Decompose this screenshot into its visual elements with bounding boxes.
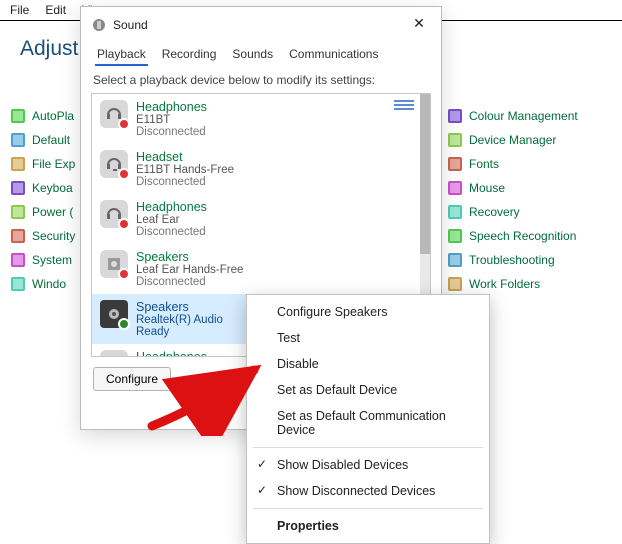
device-icon <box>100 350 128 356</box>
device-status: Disconnected <box>136 276 243 288</box>
menu-separator <box>253 447 483 448</box>
device-status: Ready <box>136 326 223 338</box>
tab-communications[interactable]: Communications <box>281 43 386 65</box>
cp-item[interactable]: Mouse <box>447 180 612 196</box>
tab-sounds[interactable]: Sounds <box>224 43 281 65</box>
cp-item-label: Windo <box>32 277 66 291</box>
menu-item-file[interactable]: File <box>4 1 35 19</box>
cp-item-label: Fonts <box>469 157 499 171</box>
tab-recording[interactable]: Recording <box>154 43 225 65</box>
cp-item-label: Recovery <box>469 205 520 219</box>
cp-item-label: Default <box>32 133 70 147</box>
cp-item-label: System <box>32 253 72 267</box>
tab-playback[interactable]: Playback <box>89 43 154 65</box>
cp-item[interactable]: Recovery <box>447 204 612 220</box>
menu-item[interactable]: Set as Default Communication Device <box>247 403 489 443</box>
device-icon <box>100 250 128 278</box>
cp-item[interactable]: Device Manager <box>447 132 612 148</box>
cp-item[interactable]: Work Folders <box>447 276 612 292</box>
device-sub: Realtek(R) Audio <box>136 314 223 326</box>
device-icon <box>100 100 128 128</box>
cp-item-label: Troubleshooting <box>469 253 555 267</box>
cp-item-label: Work Folders <box>469 277 540 291</box>
hamburger-icon <box>394 100 414 110</box>
cp-item-label: Mouse <box>469 181 505 195</box>
cp-item[interactable]: Default <box>10 132 80 148</box>
device-row[interactable]: Headset E11BT Hands-Free Disconnected <box>92 144 420 194</box>
cp-item-label: Power ( <box>32 205 73 219</box>
cp-item-label: File Exp <box>32 157 75 171</box>
device-name: Headphones <box>136 100 207 114</box>
device-icon <box>100 200 128 228</box>
configure-button[interactable]: Configure <box>93 367 171 391</box>
close-button[interactable]: ✕ <box>405 15 433 35</box>
dialog-tabs: Playback Recording Sounds Communications <box>81 37 441 65</box>
left-cp-list: AutoPla Default File Exp Keyboa Power ( Secur… <box>10 108 80 300</box>
cp-item-label: Speech Recognition <box>469 229 576 243</box>
context-menu: Configure SpeakersTestDisableSet as Defa… <box>246 294 490 544</box>
cp-item-label: Colour Management <box>469 109 578 123</box>
menu-item[interactable]: Configure Speakers <box>247 299 489 325</box>
cp-item[interactable]: Troubleshooting <box>447 252 612 268</box>
device-name: Speakers <box>136 250 243 264</box>
device-name: Speakers <box>136 300 223 314</box>
device-name: Headset <box>136 150 234 164</box>
cp-item[interactable]: Colour Management <box>447 108 612 124</box>
cp-item[interactable]: Security <box>10 228 80 244</box>
cp-item[interactable]: Windo <box>10 276 80 292</box>
dialog-title: Sound <box>113 18 405 32</box>
dialog-titlebar: Sound ✕ <box>81 7 441 37</box>
device-sub: Leaf Ear Hands-Free <box>136 264 243 276</box>
device-row[interactable]: Speakers Leaf Ear Hands-Free Disconnecte… <box>92 244 420 294</box>
cp-item[interactable]: Fonts <box>447 156 612 172</box>
menu-item[interactable]: Test <box>247 325 489 351</box>
device-sub: E11BT Hands-Free <box>136 164 234 176</box>
device-status: Disconnected <box>136 226 207 238</box>
menu-item[interactable]: Properties <box>247 513 489 539</box>
cp-item-label: Keyboa <box>32 181 73 195</box>
device-status: Disconnected <box>136 126 207 138</box>
menu-item-edit[interactable]: Edit <box>39 1 72 19</box>
device-icon <box>100 150 128 178</box>
menu-item[interactable]: Show Disabled Devices <box>247 452 489 478</box>
device-row[interactable]: Headphones Leaf Ear Disconnected <box>92 194 420 244</box>
menu-item[interactable]: Set as Default Device <box>247 377 489 403</box>
scrollbar-thumb[interactable] <box>420 94 430 254</box>
cp-item[interactable]: Keyboa <box>10 180 80 196</box>
menu-item[interactable]: Show Disconnected Devices <box>247 478 489 504</box>
cp-item[interactable]: Speech Recognition <box>447 228 612 244</box>
device-icon <box>100 300 128 328</box>
device-sub: E11BT <box>136 114 207 126</box>
instruction-text: Select a playback device below to modify… <box>81 65 441 93</box>
cp-item[interactable]: AutoPla <box>10 108 80 124</box>
menu-item[interactable]: Disable <box>247 351 489 377</box>
cp-item[interactable]: File Exp <box>10 156 80 172</box>
cp-item[interactable]: Power ( <box>10 204 80 220</box>
device-sub: Leaf Ear <box>136 214 207 226</box>
cp-item-label: Device Manager <box>469 133 556 147</box>
cp-item-label: AutoPla <box>32 109 74 123</box>
device-name: Headphones <box>136 350 223 356</box>
device-name: Headphones <box>136 200 207 214</box>
sound-icon <box>91 17 107 33</box>
device-row[interactable]: Headphones E11BT Disconnected <box>92 94 420 144</box>
menu-separator <box>253 508 483 509</box>
cp-item-label: Security <box>32 229 75 243</box>
device-status: Disconnected <box>136 176 234 188</box>
right-cp-list: Colour Management Device Manager Fonts Mous… <box>447 108 612 300</box>
cp-item[interactable]: System <box>10 252 80 268</box>
